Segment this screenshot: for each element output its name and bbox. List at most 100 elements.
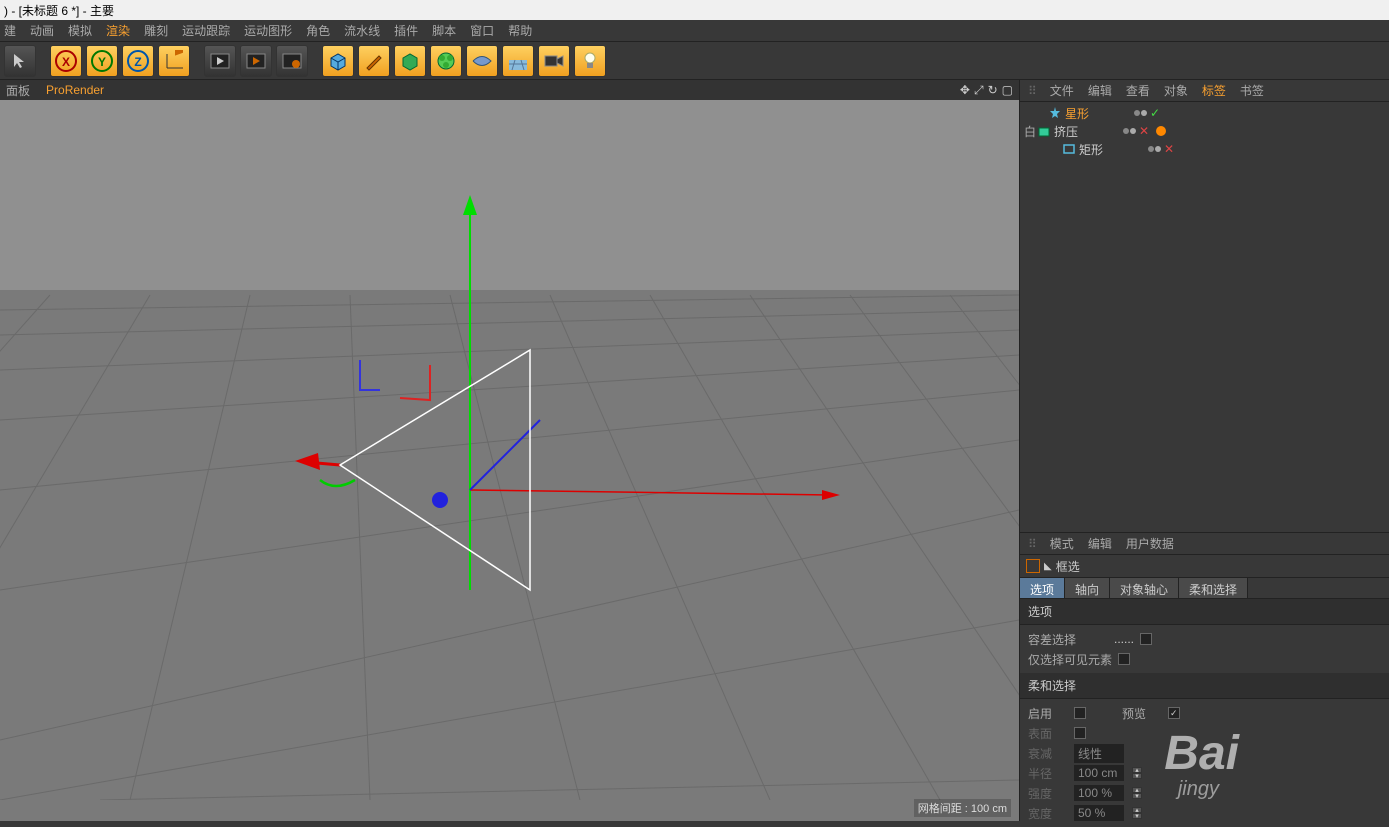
visible-only-checkbox[interactable] [1118,653,1130,665]
coord-system-button[interactable] [158,45,190,77]
prop-visible-label: 仅选择可见元素 [1028,651,1112,668]
prop-tolerance-label: 容差选择 [1028,631,1108,648]
viewport-zoom-icon[interactable]: ⤢ [974,83,984,98]
object-name[interactable]: 矩形 [1079,141,1139,158]
tolerance-checkbox[interactable] [1140,633,1152,645]
prop-falloff-label: 衰减 [1028,745,1068,762]
preview-checkbox[interactable] [1168,707,1180,719]
object-tree[interactable]: 星形 ✓ 白 挤压 ✕ 矩形 ✕ [1020,102,1389,532]
attrmgr-menu-item[interactable]: 编辑 [1088,535,1112,552]
prop-surface-label: 表面 [1028,725,1068,742]
attribute-manager: ⠿ 模式 编辑 用户数据 ◣ 框选 选项 轴向 对象轴心 柔和选择 选项 容差选… [1020,532,1389,827]
viewport-prorender-label[interactable]: ProRender [46,83,104,97]
objmgr-menu-item[interactable]: 书签 [1240,82,1264,99]
tab-axis[interactable]: 轴向 [1065,578,1110,598]
objmgr-menu-item[interactable]: 文件 [1050,82,1074,99]
menu-item[interactable]: 运动跟踪 [182,22,230,39]
viewport-panel-label[interactable]: 面板 [6,82,30,99]
viewport-move-icon[interactable]: ✥ [960,83,970,98]
deformer-button[interactable] [430,45,462,77]
menu-item[interactable]: 窗口 [470,22,494,39]
visibility-x-icon[interactable]: ✕ [1139,124,1149,138]
cursor-tool-button[interactable] [4,45,36,77]
generator-button[interactable] [394,45,426,77]
panel-grip-icon[interactable]: ⠿ [1028,84,1036,98]
render-view-button[interactable] [204,45,236,77]
prop-radius-label: 半径 [1028,765,1068,782]
object-row-star[interactable]: 星形 ✓ [1024,104,1385,122]
viewport-grid [0,100,1019,800]
primitive-cube-button[interactable] [322,45,354,77]
main-menu-bar: 建 动画 模拟 渲染 雕刻 运动跟踪 运动图形 角色 流水线 插件 脚本 窗口 … [0,20,1389,42]
section-options: 选项 [1020,599,1389,625]
prop-preview-label: 预览 [1122,705,1162,722]
tab-softsel[interactable]: 柔和选择 [1179,578,1248,598]
visibility-check-icon[interactable]: ✓ [1150,106,1160,120]
objmgr-menu-item[interactable]: 查看 [1126,82,1150,99]
spinner-icon[interactable]: ▴▾ [1132,807,1142,819]
environment-button[interactable] [466,45,498,77]
menu-item[interactable]: 渲染 [106,22,130,39]
prop-width-label: 宽度 [1028,805,1068,822]
section-softsel: 柔和选择 [1020,673,1389,699]
objmgr-menu-item[interactable]: 编辑 [1088,82,1112,99]
falloff-dropdown[interactable]: 线性 [1074,744,1124,763]
enable-checkbox[interactable] [1074,707,1086,719]
menu-item[interactable]: 动画 [30,22,54,39]
tab-pivot[interactable]: 对象轴心 [1110,578,1179,598]
rectangle-icon [1062,142,1076,156]
expand-toggle[interactable]: 白 [1024,123,1034,140]
object-row-extrude[interactable]: 白 挤压 ✕ [1024,122,1385,140]
object-name[interactable]: 挤压 [1054,123,1114,140]
viewport-layout-icon[interactable]: ▢ [1002,83,1013,98]
objmgr-menu-item[interactable]: 标签 [1202,82,1226,99]
axis-x-button[interactable]: X [50,45,82,77]
strength-input[interactable]: 100 % [1074,785,1124,801]
attrmgr-menu-item[interactable]: 用户数据 [1126,535,1174,552]
star-icon [1048,106,1062,120]
radius-input[interactable]: 100 cm [1074,765,1124,781]
panel-grip-icon[interactable]: ⠿ [1028,537,1036,551]
menu-item[interactable]: 运动图形 [244,22,292,39]
spline-pen-button[interactable] [358,45,390,77]
axis-y-button[interactable]: Y [86,45,118,77]
svg-text:Z: Z [134,55,141,69]
viewport-rotate-icon[interactable]: ↻ [988,83,998,98]
axis-z-button[interactable]: Z [122,45,154,77]
menu-item[interactable]: 角色 [306,22,330,39]
svg-text:X: X [62,55,70,69]
object-row-rect[interactable]: 矩形 ✕ [1024,140,1385,158]
menu-item[interactable]: 脚本 [432,22,456,39]
render-settings-button[interactable] [276,45,308,77]
spinner-icon[interactable]: ▴▾ [1132,787,1142,799]
light-button[interactable] [574,45,606,77]
viewport-status: 网格间距 : 100 cm [914,799,1011,817]
prop-strength-label: 强度 [1028,785,1068,802]
viewport-header: 面板 ProRender ✥ ⤢ ↻ ▢ [0,80,1019,100]
menu-item[interactable]: 帮助 [508,22,532,39]
attr-tabs: 选项 轴向 对象轴心 柔和选择 [1020,577,1389,599]
window-title: ) - [未标题 6 *] - 主要 [0,0,1389,20]
phong-tag-icon[interactable] [1156,126,1166,136]
menu-item[interactable]: 建 [4,22,16,39]
attrmgr-menu-item[interactable]: 模式 [1050,535,1074,552]
spinner-icon[interactable]: ▴▾ [1132,767,1142,779]
menu-item[interactable]: 流水线 [344,22,380,39]
prop-enable-label: 启用 [1028,705,1068,722]
tab-options[interactable]: 选项 [1020,578,1065,598]
extrude-icon [1037,124,1051,138]
menu-item[interactable]: 雕刻 [144,22,168,39]
objmgr-menu-item[interactable]: 对象 [1164,82,1188,99]
visibility-x-icon[interactable]: ✕ [1164,142,1174,156]
floor-button[interactable] [502,45,534,77]
3d-viewport[interactable]: 网格间距 : 100 cm [0,100,1019,821]
rectangle-select-icon [1026,559,1040,573]
width-input[interactable]: 50 % [1074,805,1124,821]
menu-item[interactable]: 插件 [394,22,418,39]
render-region-button[interactable] [240,45,272,77]
camera-button[interactable] [538,45,570,77]
surface-checkbox[interactable] [1074,727,1086,739]
menu-item[interactable]: 模拟 [68,22,92,39]
object-manager: ⠿ 文件 编辑 查看 对象 标签 书签 星形 ✓ 白 [1020,80,1389,532]
object-name[interactable]: 星形 [1065,105,1125,122]
